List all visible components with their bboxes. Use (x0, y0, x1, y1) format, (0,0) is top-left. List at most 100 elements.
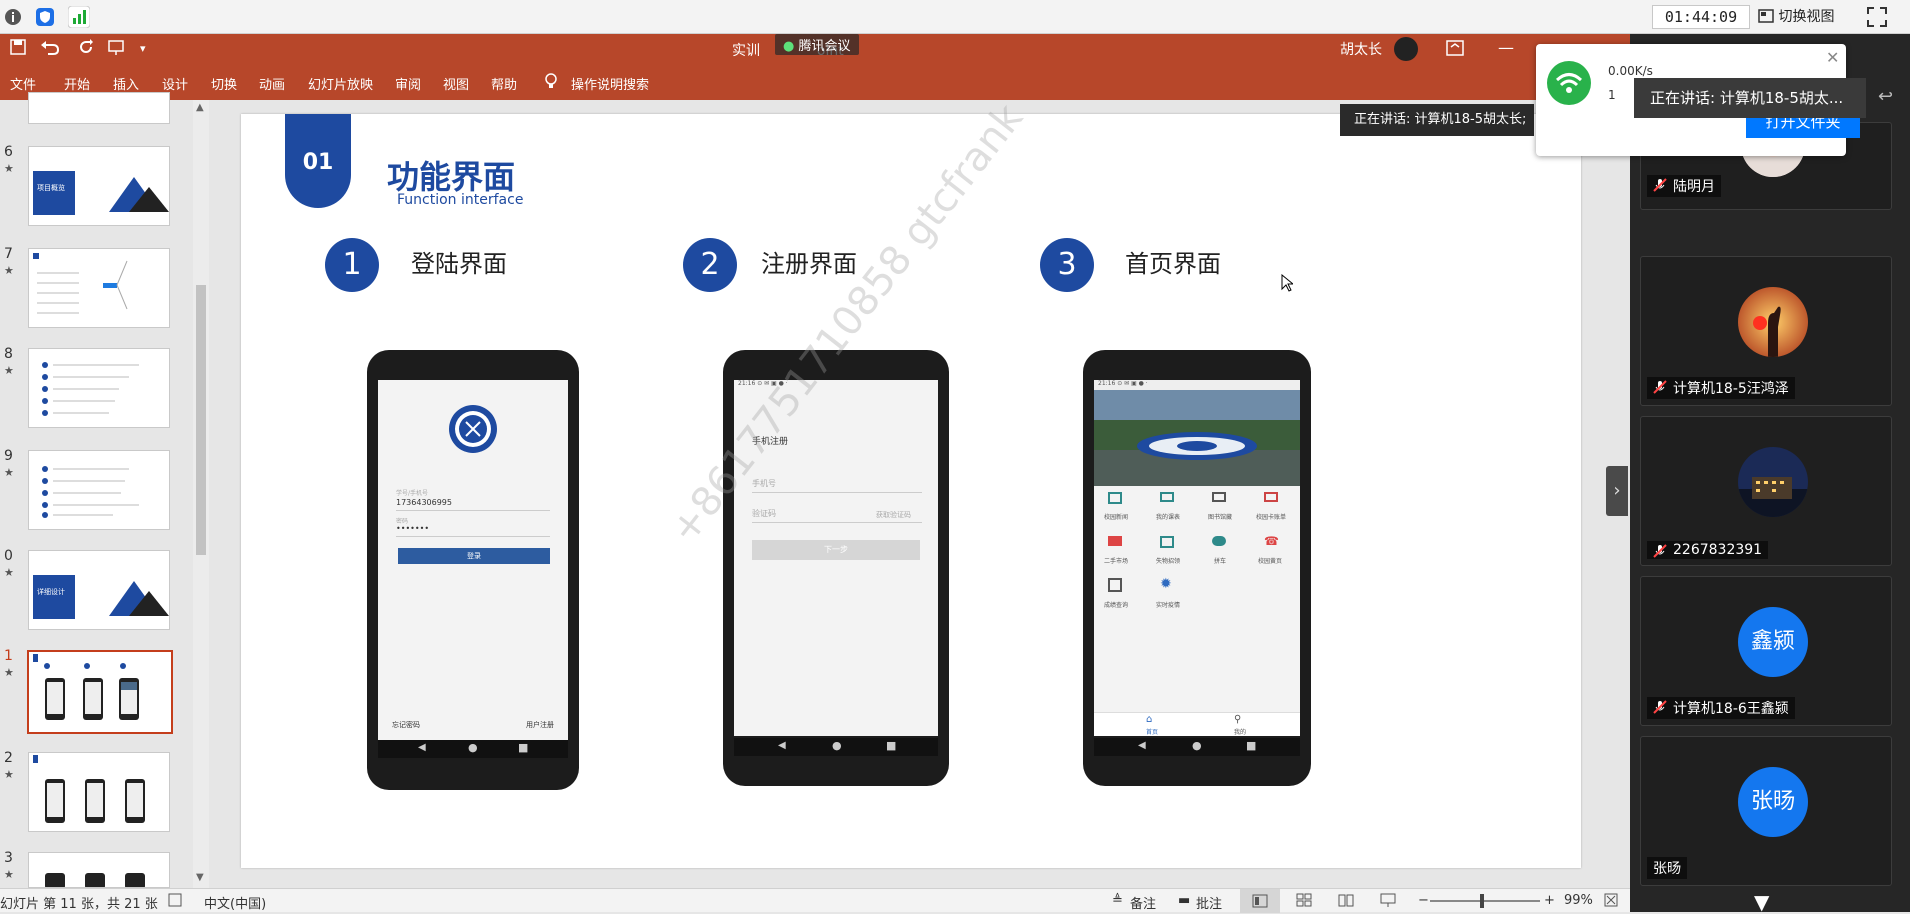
menu-insert[interactable]: 插入 (113, 74, 139, 93)
search-help[interactable]: 操作说明搜索 (571, 74, 649, 93)
thumb-slide-11[interactable] (27, 650, 173, 734)
grid-item-secondhand[interactable]: 二手市场 (1104, 556, 1128, 565)
grid-icon[interactable] (1160, 492, 1174, 502)
scroll-down-icon[interactable]: ▼ (1754, 890, 1769, 914)
grid-item-library[interactable]: 图书馆藏 (1208, 512, 1232, 521)
menu-review[interactable]: 审阅 (395, 74, 421, 93)
participant-tile[interactable]: 2267832391 (1640, 416, 1892, 566)
grid-item-timetable[interactable]: 我的课表 (1156, 512, 1180, 521)
mic-muted-icon (1653, 700, 1667, 714)
comments-button[interactable]: 批注 (1196, 893, 1222, 912)
menu-animations[interactable]: 动画 (259, 74, 285, 93)
language[interactable]: 中文(中国) (204, 893, 266, 912)
participant-tile[interactable]: 计算机18-5汪鸿泽 (1640, 256, 1892, 406)
info-icon[interactable] (2, 6, 24, 28)
ribbon-display-icon[interactable] (1446, 40, 1464, 60)
grid-item-lost-found[interactable]: 失物招领 (1156, 556, 1180, 565)
scroll-down-icon[interactable]: ▼ (196, 872, 204, 883)
menu-slideshow[interactable]: 幻灯片放映 (308, 74, 373, 93)
participant-tile[interactable]: 鑫颍 计算机18-6王鑫颍 (1640, 576, 1892, 726)
menu-design[interactable]: 设计 (162, 74, 188, 93)
sorter-view-icon[interactable] (1296, 893, 1312, 911)
thumb-slide-12[interactable] (28, 752, 170, 832)
menu-view[interactable]: 视图 (443, 74, 469, 93)
normal-view-icon[interactable] (1240, 889, 1280, 913)
menu-file[interactable]: 文件 (10, 74, 36, 93)
zoom-slider-thumb[interactable] (1480, 894, 1484, 908)
thumb-partial[interactable] (28, 92, 170, 124)
get-code-button[interactable]: 获取验证码 (876, 510, 911, 520)
bottom-tab-bar: ⌂ 首页 ⚲ 我的 (1094, 712, 1300, 736)
grid-icon[interactable] (1212, 492, 1226, 502)
thumbnail-scrollbar[interactable]: ▲ ▼ (193, 100, 209, 888)
account-field[interactable]: 17364306995 (396, 498, 452, 507)
phone-login: 学号/手机号 17364306995 密码 ••••••• 登录 忘记密码 用户… (367, 350, 579, 790)
menu-help[interactable]: 帮助 (491, 74, 517, 93)
zoom-in-icon[interactable]: + (1544, 893, 1555, 908)
thumb-slide-6[interactable]: 项目概览 (28, 146, 170, 226)
tab-mine[interactable]: 我的 (1234, 727, 1246, 736)
notes-icon[interactable]: ≜ (1112, 893, 1123, 908)
grid-item-grades[interactable]: 成绩查询 (1104, 600, 1128, 609)
thumb-slide-9[interactable] (28, 450, 170, 530)
switch-view-button[interactable]: 切换视图 (1758, 5, 1834, 29)
grid-item-card[interactable]: 校园卡账单 (1256, 512, 1286, 521)
code-input[interactable]: 验证码 (752, 508, 776, 519)
save-icon[interactable] (10, 39, 26, 59)
forgot-password-link[interactable]: 忘记密码 (392, 720, 420, 730)
slideshow-view-icon[interactable] (1380, 893, 1396, 911)
grid-icon[interactable]: ☎ (1264, 534, 1279, 548)
accessibility-icon[interactable] (168, 893, 182, 911)
notes-button[interactable]: 备注 (1130, 893, 1156, 912)
grid-icon[interactable]: ✹ (1160, 576, 1172, 592)
grid-item-news[interactable]: 校园新闻 (1104, 512, 1128, 521)
tab-home[interactable]: 首页 (1146, 727, 1158, 736)
zoom-out-icon[interactable]: − (1418, 893, 1429, 908)
collapse-panel-icon[interactable]: › (1606, 466, 1628, 516)
password-field[interactable]: ••••••• (396, 524, 429, 533)
grid-item-carpool[interactable]: 拼车 (1214, 556, 1226, 565)
grid-icon[interactable] (1108, 536, 1122, 546)
user-avatar[interactable] (1394, 37, 1418, 61)
close-icon[interactable]: ✕ (1826, 48, 1839, 67)
register-link[interactable]: 用户注册 (526, 720, 554, 730)
home-tab-icon[interactable]: ⌂ (1146, 714, 1152, 725)
thumb-slide-13[interactable] (28, 852, 170, 888)
ppt-title-text: 实训 (732, 43, 760, 59)
grid-item-epidemic[interactable]: 实时疫情 (1156, 600, 1180, 609)
thumbnail-scroll-thumb[interactable] (196, 285, 206, 555)
signal-icon[interactable] (67, 5, 91, 29)
next-step-button[interactable]: 下一步 (752, 540, 920, 560)
presentation-icon[interactable] (108, 39, 126, 59)
thumb-slide-10[interactable]: 详细设计 (28, 550, 170, 630)
phone-input[interactable]: 手机号 (752, 478, 776, 489)
grid-icon[interactable] (1108, 492, 1122, 504)
minimize-icon[interactable]: — (1498, 38, 1514, 57)
reply-icon[interactable]: ↩ (1878, 86, 1893, 107)
reading-view-icon[interactable] (1338, 893, 1354, 911)
thumb-slide-8[interactable] (28, 348, 170, 428)
customize-quick-access-icon[interactable]: ▾ (140, 42, 146, 55)
menu-home[interactable]: 开始 (64, 74, 90, 93)
grid-icon[interactable] (1212, 536, 1226, 546)
grid-icon[interactable] (1264, 492, 1278, 502)
undo-icon[interactable] (40, 39, 60, 59)
scroll-up-icon[interactable]: ▲ (196, 102, 204, 113)
login-button[interactable]: 登录 (398, 548, 550, 564)
fullscreen-icon[interactable] (1866, 6, 1888, 28)
comments-icon[interactable]: ▬ (1178, 893, 1190, 908)
switch-view-icon (1758, 5, 1774, 29)
zoom-slider[interactable] (1430, 894, 1540, 908)
redo-icon[interactable] (78, 39, 94, 59)
grid-icon[interactable] (1108, 578, 1122, 592)
participant-tile[interactable]: 张旸 张旸 (1640, 736, 1892, 886)
fit-slide-icon[interactable] (1604, 893, 1618, 911)
menu-transitions[interactable]: 切换 (211, 74, 237, 93)
grid-icon[interactable] (1160, 536, 1174, 548)
shield-icon[interactable] (34, 6, 56, 28)
zoom-level[interactable]: 99% (1564, 893, 1593, 908)
thumb-slide-7[interactable] (28, 248, 170, 328)
current-slide[interactable]: 01 功能界面 Function interface 1 登陆界面 2 注册界面… (241, 96, 1581, 868)
grid-item-yellowpages[interactable]: 校园黄页 (1258, 556, 1282, 565)
mine-tab-icon[interactable]: ⚲ (1234, 714, 1241, 725)
